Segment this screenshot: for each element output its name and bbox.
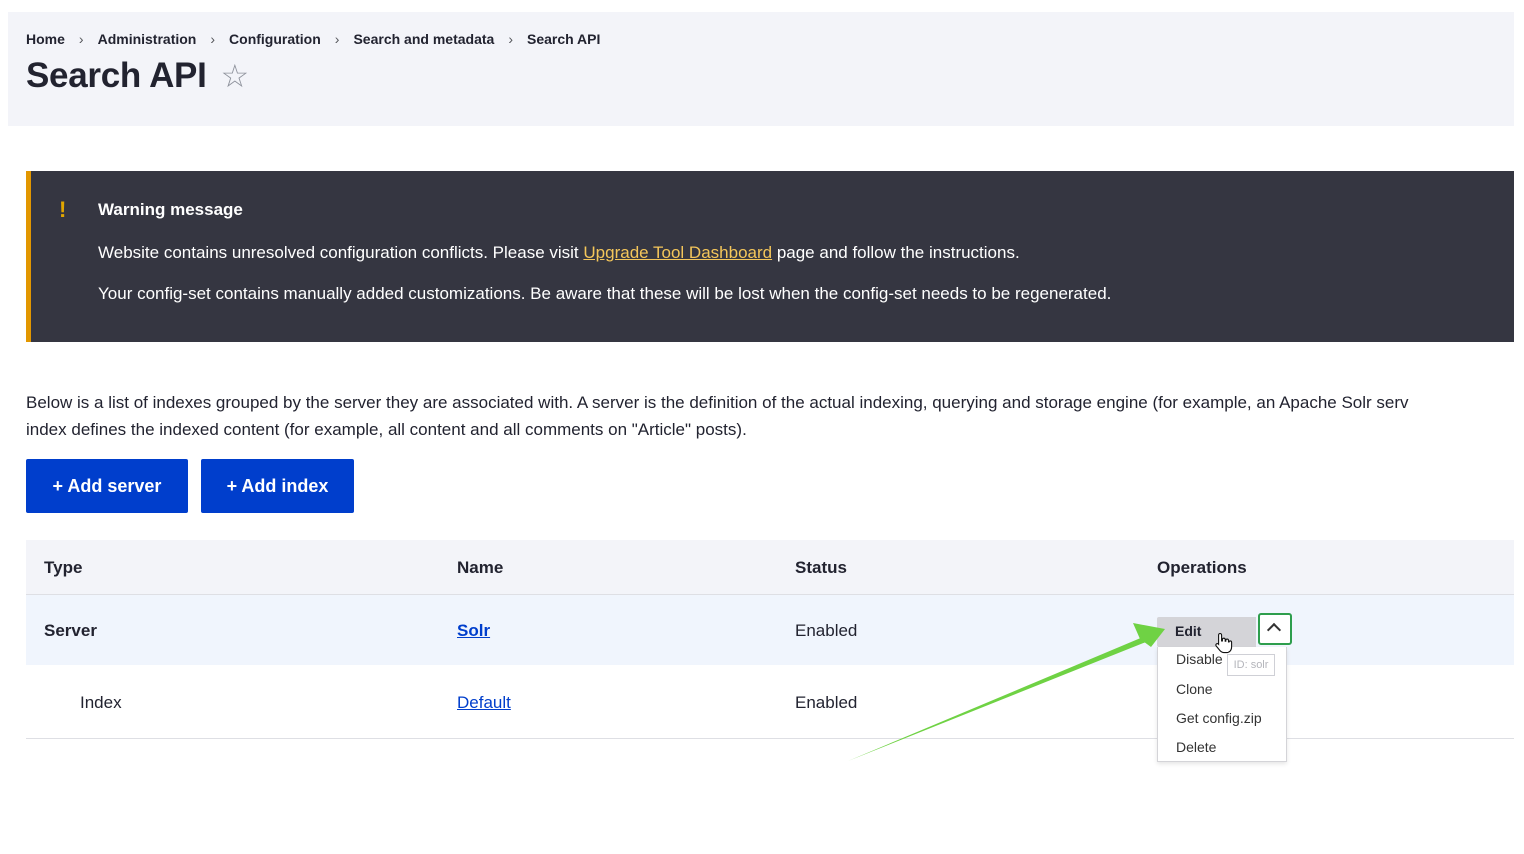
add-server-button[interactable]: + Add server [26,459,188,513]
star-icon[interactable]: ☆ [221,57,250,95]
index-name-link[interactable]: Default [457,693,511,713]
add-index-button[interactable]: + Add index [201,459,354,513]
warning-line-2: Your config-set contains manually added … [98,284,1112,303]
breadcrumb-separator-icon: › [210,31,216,47]
breadcrumb-separator-icon: › [78,31,84,47]
warning-icon: ! [59,197,67,222]
menu-item-delete[interactable]: Delete [1176,739,1216,755]
page-title-text: Search API [26,56,207,95]
hand-cursor-icon [1215,632,1233,654]
breadcrumb-administration[interactable]: Administration [98,31,197,47]
table-header: Type Name Status Operations [26,540,1514,595]
warning-title: Warning message [98,200,243,219]
edit-button[interactable]: Edit [1157,617,1256,647]
row-type: Server [44,621,97,640]
column-header-name: Name [457,558,504,577]
id-tooltip: ID: solr [1227,654,1275,676]
warning-message: ! Warning message Website contains unres… [26,171,1514,342]
table-row: Index Default Enabled [26,665,1514,739]
breadcrumb-current: Search API [526,31,601,47]
breadcrumb: Home › Administration › Configuration › … [26,31,600,47]
description: Below is a list of indexes grouped by th… [26,389,1524,443]
breadcrumb-configuration[interactable]: Configuration [229,31,321,47]
warning-line-1: Website contains unresolved configuratio… [98,243,1020,263]
upgrade-tool-dashboard-link[interactable]: Upgrade Tool Dashboard [583,243,772,262]
server-name-link[interactable]: Solr [457,621,490,641]
column-header-operations: Operations [1157,558,1247,577]
column-header-type: Type [44,558,83,577]
description-line-1: Below is a list of indexes grouped by th… [26,393,1409,412]
menu-item-clone[interactable]: Clone [1176,681,1213,697]
warning-line-1-text: Website contains unresolved configuratio… [98,243,584,262]
menu-item-get-config-zip[interactable]: Get config.zip [1176,710,1262,726]
column-header-status: Status [795,558,847,577]
page-header: Home › Administration › Configuration › … [8,12,1514,126]
breadcrumb-separator-icon: › [508,31,513,47]
chevron-up-icon [1266,622,1282,638]
dropbutton-toggle[interactable] [1258,613,1292,645]
breadcrumb-separator-icon: › [334,31,340,47]
breadcrumb-home[interactable]: Home [26,31,65,47]
breadcrumb-search-and-metadata[interactable]: Search and metadata [353,31,494,47]
row-status: Enabled [795,693,858,712]
page-title: Search API ☆ [26,56,249,96]
description-line-2: index defines the indexed content (for e… [26,420,747,439]
row-type: Index [80,693,122,712]
warning-line-1-suffix: page and follow the instructions. [772,243,1020,262]
row-status: Enabled [795,621,858,640]
